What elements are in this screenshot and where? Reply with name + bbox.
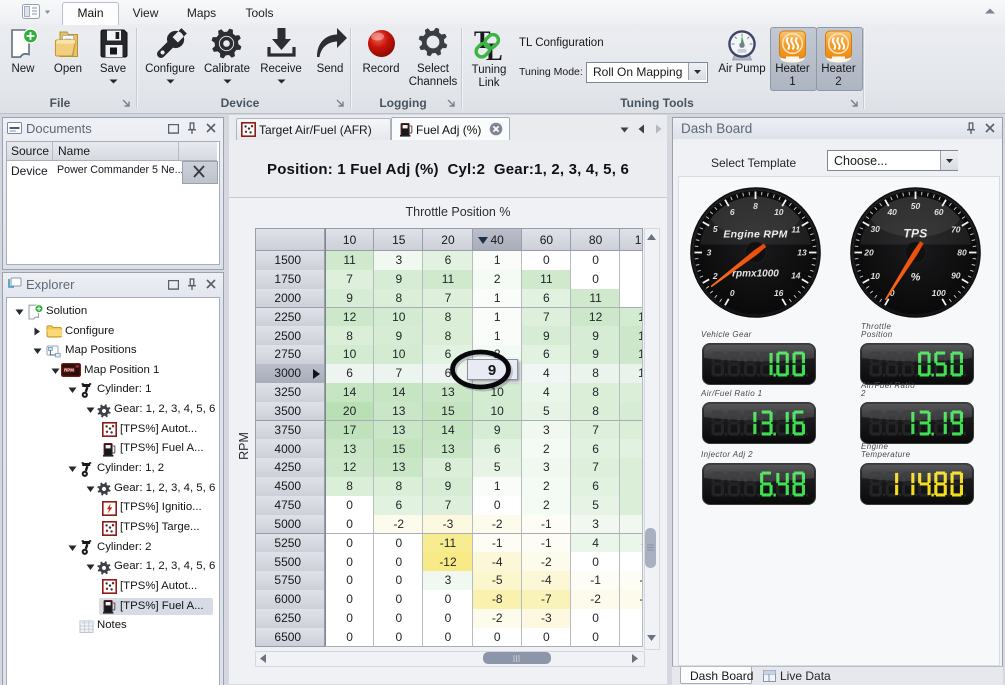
svg-text:100: 100: [932, 288, 946, 298]
svg-text:60: 60: [934, 207, 944, 217]
svg-text:70: 70: [951, 224, 961, 234]
svg-text:16: 16: [774, 288, 784, 298]
svg-text:20: 20: [863, 248, 874, 258]
svg-text:13: 13: [797, 248, 807, 258]
svg-text:3: 3: [707, 248, 712, 258]
svg-text:11: 11: [791, 224, 800, 234]
svg-text:0: 0: [730, 288, 735, 298]
svg-text:5: 5: [713, 224, 718, 234]
svg-text:30: 30: [870, 224, 880, 234]
svg-text:RPM: RPM: [64, 368, 74, 373]
svg-text:rpmx1000: rpmx1000: [732, 269, 779, 280]
svg-text:10: 10: [774, 207, 784, 217]
svg-text:40: 40: [886, 207, 897, 217]
svg-text:8: 8: [753, 201, 758, 211]
svg-text:6: 6: [730, 207, 735, 217]
svg-text:10: 10: [870, 271, 880, 281]
svg-text:%: %: [911, 272, 921, 284]
svg-text:80: 80: [957, 248, 967, 258]
svg-text:TPS: TPS: [903, 227, 927, 241]
svg-text:2: 2: [712, 271, 718, 281]
svg-text:14: 14: [791, 271, 801, 281]
svg-text:50: 50: [911, 201, 921, 211]
svg-text:Engine RPM: Engine RPM: [723, 229, 787, 241]
svg-text:90: 90: [951, 271, 961, 281]
